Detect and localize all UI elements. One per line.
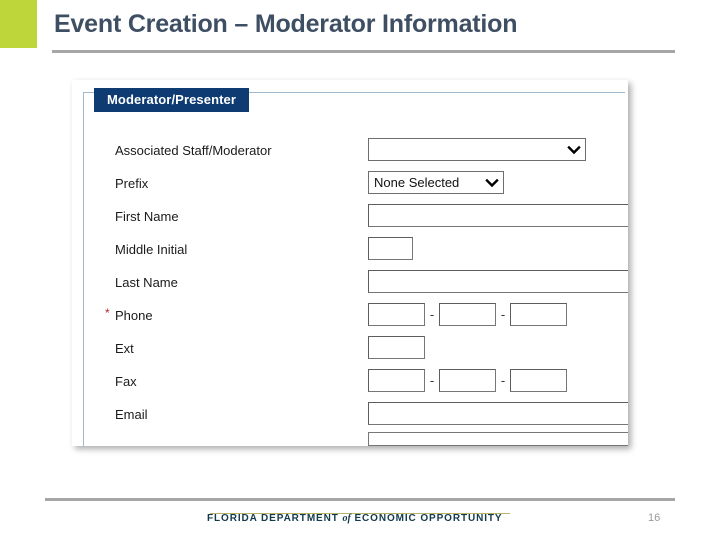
label-first-name: First Name <box>115 209 179 224</box>
label-prefix: Prefix <box>115 176 149 191</box>
moderator-form: Associated Staff/Moderator Prefix None S… <box>72 80 628 446</box>
form-screenshot-panel: Moderator/Presenter Associated Staff/Mod… <box>72 80 628 446</box>
form-row-phone: * Phone - - <box>72 300 628 333</box>
fax-prefix-input[interactable] <box>439 369 496 392</box>
prefix-control-wrap: None Selected <box>368 171 504 194</box>
last-name-control-wrap <box>368 270 628 293</box>
first-name-control-wrap <box>368 204 628 227</box>
form-row-last-name: Last Name <box>72 267 628 300</box>
form-row-fax: Fax - - <box>72 366 628 399</box>
middle-initial-control-wrap <box>368 237 413 260</box>
label-associated-staff: Associated Staff/Moderator <box>115 143 272 158</box>
form-row-first-name: First Name <box>72 201 628 234</box>
page-number: 16 <box>648 512 661 524</box>
required-asterisk-phone: * <box>105 306 110 320</box>
phone-separator-1: - <box>429 307 435 322</box>
footer-logo: FLORIDA DEPARTMENT of ECONOMIC OPPORTUNI… <box>207 513 502 524</box>
first-name-input[interactable] <box>368 204 628 227</box>
ext-input[interactable] <box>368 336 425 359</box>
form-row-prefix: Prefix None Selected <box>72 168 628 201</box>
form-row-associated-staff: Associated Staff/Moderator <box>72 135 628 168</box>
associated-staff-select[interactable] <box>368 138 586 161</box>
panel-inner: Moderator/Presenter Associated Staff/Mod… <box>72 80 628 446</box>
phone-control-wrap: - - <box>368 303 567 326</box>
fax-separator-1: - <box>429 373 435 388</box>
label-phone: Phone <box>115 308 153 323</box>
label-email: Email <box>115 407 148 422</box>
middle-initial-input[interactable] <box>368 237 413 260</box>
label-fax: Fax <box>115 374 137 389</box>
title-divider <box>52 50 675 53</box>
next-field-input-partial[interactable] <box>368 432 628 446</box>
footer-divider <box>45 498 675 501</box>
ext-control-wrap <box>368 336 425 359</box>
label-middle-initial: Middle Initial <box>115 242 188 257</box>
footer-logo-pre: FLORIDA DEPARTMENT <box>207 513 343 524</box>
title-accent-bar <box>0 0 37 48</box>
form-row-middle-initial: Middle Initial <box>72 234 628 267</box>
label-ext: Ext <box>115 341 134 356</box>
page-title: Event Creation – Moderator Information <box>54 10 518 38</box>
phone-area-code-input[interactable] <box>368 303 425 326</box>
fax-area-code-input[interactable] <box>368 369 425 392</box>
fax-line-input[interactable] <box>510 369 567 392</box>
form-row-ext: Ext <box>72 333 628 366</box>
chevron-down-icon <box>567 145 581 155</box>
chevron-down-icon <box>485 178 499 188</box>
phone-line-input[interactable] <box>510 303 567 326</box>
footer-logo-post: ECONOMIC OPPORTUNITY <box>350 513 503 524</box>
form-row-email: Email <box>72 399 628 432</box>
email-control-wrap <box>368 402 628 425</box>
phone-separator-2: - <box>500 307 506 322</box>
prefix-select[interactable]: None Selected <box>368 171 504 194</box>
prefix-select-value: None Selected <box>374 175 460 190</box>
fax-control-wrap: - - <box>368 369 567 392</box>
associated-staff-control-wrap <box>368 138 586 161</box>
last-name-input[interactable] <box>368 270 628 293</box>
footer-logo-of: of <box>342 513 351 524</box>
fax-separator-2: - <box>500 373 506 388</box>
phone-prefix-input[interactable] <box>439 303 496 326</box>
label-last-name: Last Name <box>115 275 178 290</box>
email-input[interactable] <box>368 402 628 425</box>
